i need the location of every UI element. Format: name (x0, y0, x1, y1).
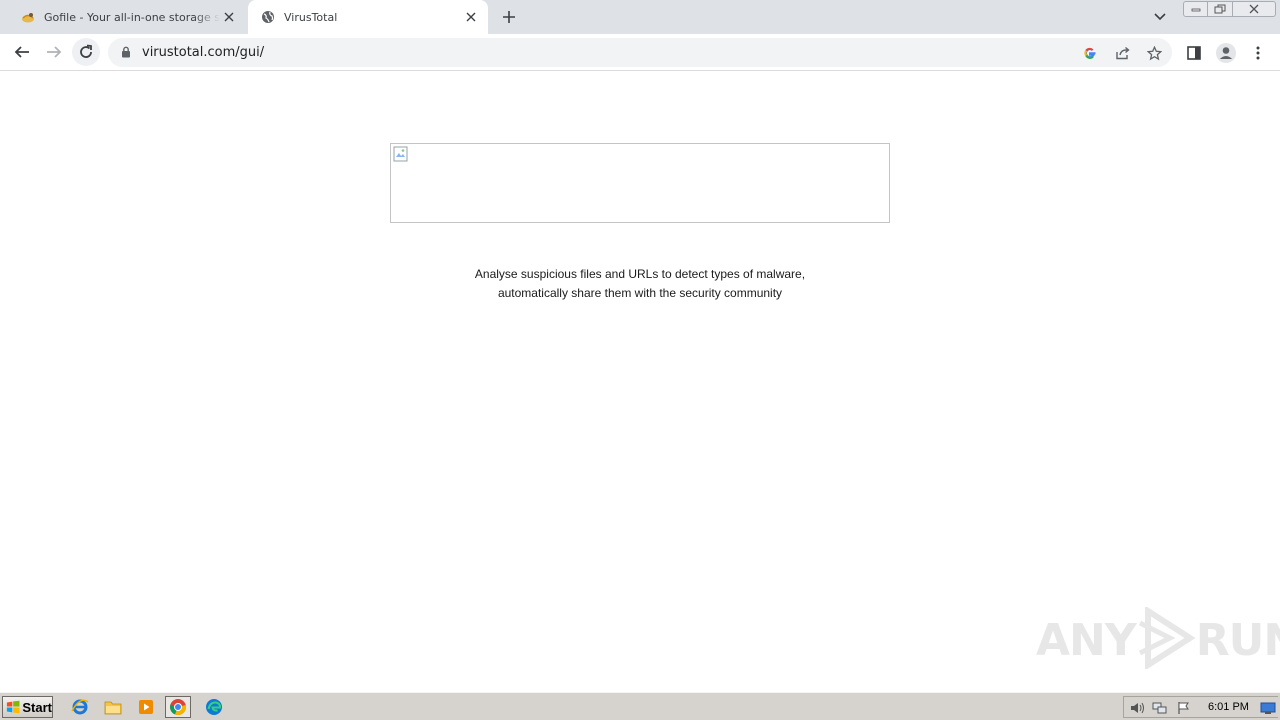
chrome-icon[interactable] (165, 696, 191, 718)
watermark-text-right: RUN (1195, 614, 1280, 666)
close-icon[interactable] (220, 8, 238, 26)
more-menu-icon[interactable] (1246, 41, 1270, 65)
tagline: Analyse suspicious files and URLs to det… (390, 265, 890, 303)
profile-avatar-icon[interactable] (1214, 41, 1238, 65)
tab-virustotal[interactable]: VirusTotal (248, 0, 488, 34)
minimize-button[interactable] (1183, 1, 1208, 17)
google-icon[interactable] (1080, 43, 1100, 63)
tab-gofile[interactable]: Gofile - Your all-in-one storage solutio… (8, 0, 246, 34)
clock[interactable]: 6:01 PM (1208, 701, 1249, 713)
system-tray: 6:01 PM (1123, 696, 1278, 718)
explorer-icon[interactable] (100, 696, 126, 718)
anyrun-watermark: ANY RUN (1036, 605, 1280, 674)
gofile-squirrel-icon (20, 9, 36, 25)
share-icon[interactable] (1112, 43, 1132, 63)
virustotal-logo-image (390, 143, 890, 223)
windows-flag-icon (6, 700, 20, 714)
tab-strip: Gofile - Your all-in-one storage solutio… (0, 0, 1280, 34)
forward-arrow-icon[interactable] (40, 38, 68, 66)
reload-icon[interactable] (72, 38, 100, 66)
tab-title: Gofile - Your all-in-one storage solutio… (44, 10, 220, 24)
tab-search-chevron-down-icon[interactable] (1150, 8, 1170, 26)
back-arrow-icon[interactable] (8, 38, 36, 66)
ie-icon[interactable] (67, 696, 93, 718)
window-close-button[interactable] (1233, 1, 1276, 17)
start-button[interactable]: Start (2, 696, 53, 718)
new-tab-button[interactable] (498, 7, 520, 27)
side-panel-icon[interactable] (1182, 41, 1206, 65)
broken-image-icon (393, 146, 409, 162)
tagline-line-2: automatically share them with the securi… (497, 286, 783, 300)
taskbar: Start 6:01 PM (0, 692, 1280, 720)
tagline-line-1: Analyse suspicious files and URLs to det… (474, 267, 806, 281)
network-icon[interactable] (1152, 700, 1168, 716)
lock-icon[interactable] (120, 45, 132, 59)
tab-title: VirusTotal (284, 10, 338, 24)
watermark-text-left: ANY (1036, 614, 1137, 666)
bookmark-star-icon[interactable] (1144, 43, 1164, 63)
media-player-icon[interactable] (133, 696, 159, 718)
globe-icon (260, 9, 276, 25)
address-bar[interactable]: virustotal.com/gui/ (108, 38, 1172, 67)
show-desktop-icon[interactable] (1260, 700, 1276, 716)
start-label: Start (22, 699, 52, 715)
url-text[interactable]: virustotal.com/gui/ (142, 45, 264, 60)
browser-toolbar: virustotal.com/gui/ (0, 34, 1280, 71)
edge-icon[interactable] (201, 696, 227, 718)
action-center-flag-icon[interactable] (1176, 700, 1192, 716)
close-icon[interactable] (462, 8, 480, 26)
volume-icon[interactable] (1129, 700, 1145, 716)
page-content: Analyse suspicious files and URLs to det… (0, 72, 1280, 692)
restore-button[interactable] (1208, 1, 1233, 17)
play-logo-icon (1136, 605, 1196, 674)
